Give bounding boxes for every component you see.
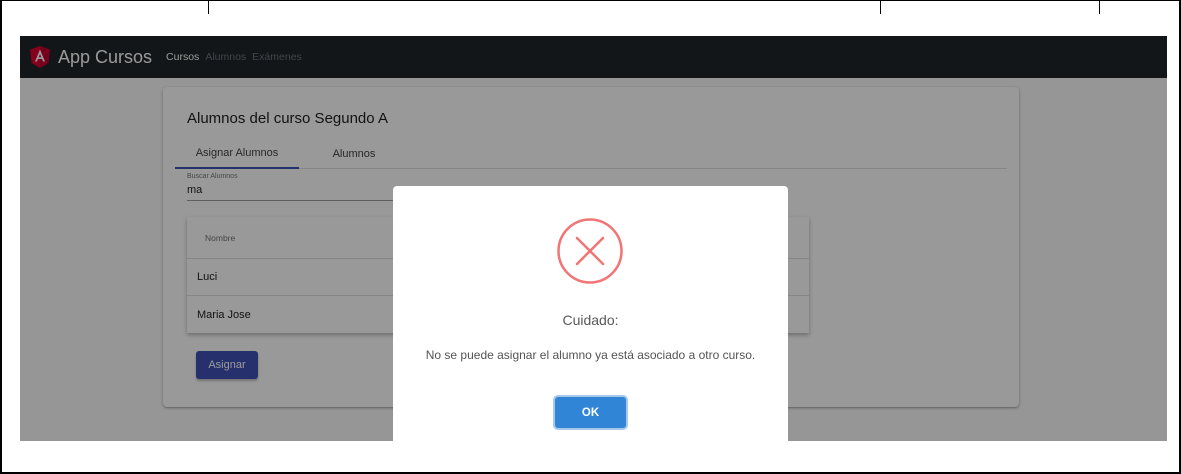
document-frame-divider [208, 0, 209, 14]
dialog-message: No se puede asignar el alumno ya está as… [425, 348, 756, 362]
document-frame-divider [880, 0, 881, 14]
ok-button[interactable]: OK [555, 397, 626, 428]
document-frame-divider [1099, 0, 1100, 14]
document-frame-top [0, 0, 1181, 1]
app-viewport: App Cursos Cursos Alumnos Exámenes Alumn… [20, 36, 1167, 441]
error-x-icon [557, 218, 623, 284]
alert-dialog: Cuidado: No se puede asignar el alumno y… [393, 186, 788, 441]
document-frame-left [0, 0, 2, 474]
dialog-title: Cuidado: [562, 312, 619, 328]
